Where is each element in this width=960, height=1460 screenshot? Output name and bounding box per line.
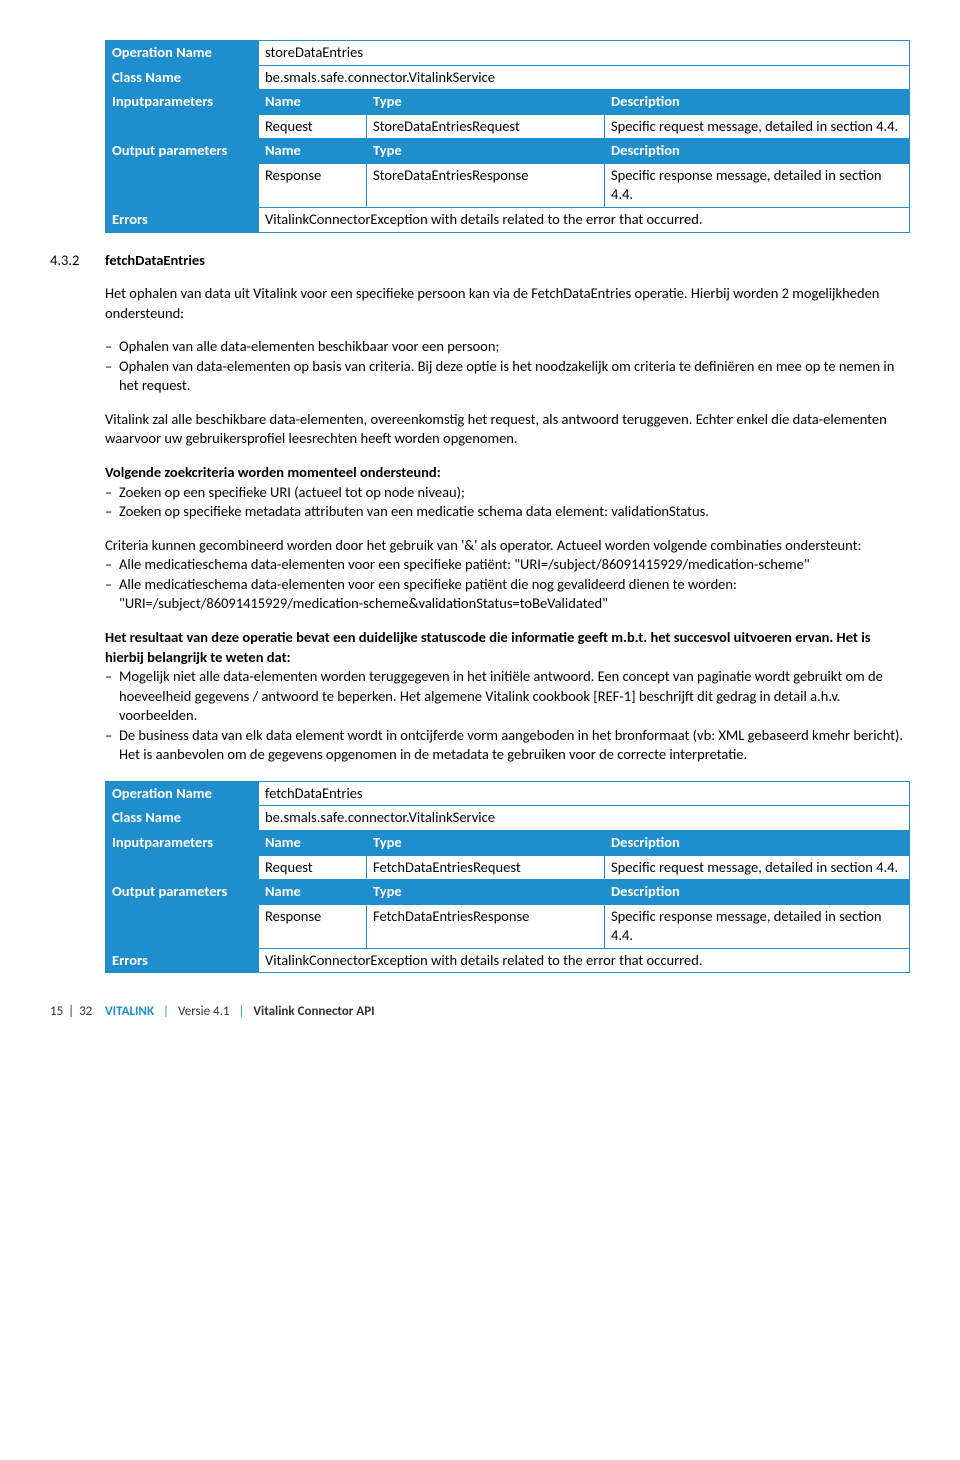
api-table-store: Operation Name storeDataEntries Class Na… bbox=[105, 40, 910, 233]
cell-name-h2: Name bbox=[259, 139, 367, 164]
paragraph-combinations: Criteria kunnen gecombineerd worden door… bbox=[105, 536, 910, 556]
cell-out-desc: Specific response message, detailed in s… bbox=[605, 163, 910, 207]
cell-out-desc: Specific response message, detailed in s… bbox=[605, 904, 910, 948]
footer-sep: | bbox=[163, 1004, 169, 1019]
cell-in-desc: Specific request message, detailed in se… bbox=[605, 855, 910, 880]
cell-type-h: Type bbox=[367, 831, 605, 856]
bullet-list-options: Ophalen van alle data-elementen beschikb… bbox=[105, 337, 910, 396]
cell-errors-val: VitalinkConnectorException with details … bbox=[259, 948, 910, 973]
cell-type-h: Type bbox=[367, 90, 605, 115]
cell-op-val: storeDataEntries bbox=[259, 41, 910, 66]
page-number: 15 bbox=[50, 1004, 63, 1019]
list-item: Zoeken op specifieke metadata attributen… bbox=[105, 502, 910, 522]
list-item: Mogelijk niet alle data-elementen worden… bbox=[105, 667, 910, 726]
page-footer: 15 | 32 VITALINK | Versie 4.1 | Vitalink… bbox=[50, 1003, 910, 1021]
list-item: Ophalen van alle data-elementen beschikb… bbox=[105, 337, 910, 357]
bullet-list-combinations: Alle medicatieschema data-elementen voor… bbox=[105, 555, 910, 614]
cell-op-label: Operation Name bbox=[106, 41, 259, 66]
cell-type-h2: Type bbox=[367, 880, 605, 905]
cell-in-name: Request bbox=[259, 855, 367, 880]
cell-desc-h2: Description bbox=[605, 880, 910, 905]
page-sep: | bbox=[68, 1004, 74, 1019]
list-item: Ophalen van data-elementen op basis van … bbox=[105, 357, 910, 396]
cell-desc-h: Description bbox=[605, 831, 910, 856]
cell-input-label: Inputparameters bbox=[106, 831, 259, 880]
paragraph-response: Vitalink zal alle beschikbare data-eleme… bbox=[105, 410, 910, 449]
section-title: fetchDataEntries bbox=[105, 251, 205, 269]
cell-input-label: Inputparameters bbox=[106, 90, 259, 139]
paragraph-intro: Het ophalen van data uit Vitalink voor e… bbox=[105, 284, 910, 323]
cell-in-desc: Specific request message, detailed in se… bbox=[605, 114, 910, 139]
cell-op-label: Operation Name bbox=[106, 781, 259, 806]
cell-class-val: be.smals.safe.connector.VitalinkService bbox=[259, 65, 910, 90]
cell-output-label: Output parameters bbox=[106, 139, 259, 208]
cell-out-name: Response bbox=[259, 904, 367, 948]
list-item: Alle medicatieschema data-elementen voor… bbox=[105, 575, 910, 614]
cell-class-label: Class Name bbox=[106, 806, 259, 831]
cell-out-name: Response bbox=[259, 163, 367, 207]
paragraph-result-title: Het resultaat van deze operatie bevat ee… bbox=[105, 628, 910, 667]
cell-desc-h2: Description bbox=[605, 139, 910, 164]
footer-doc: Vitalink Connector API bbox=[253, 1004, 374, 1019]
page-total: 32 bbox=[79, 1004, 92, 1019]
cell-in-type: FetchDataEntriesRequest bbox=[367, 855, 605, 880]
cell-desc-h: Description bbox=[605, 90, 910, 115]
cell-in-type: StoreDataEntriesRequest bbox=[367, 114, 605, 139]
cell-errors-label: Errors bbox=[106, 948, 259, 973]
cell-output-label: Output parameters bbox=[106, 880, 259, 949]
list-item: Zoeken op een specifieke URI (actueel to… bbox=[105, 483, 910, 503]
section-number: 4.3.2 bbox=[50, 251, 105, 271]
footer-sep2: | bbox=[238, 1004, 244, 1019]
paragraph-criteria-title: Volgende zoekcriteria worden momenteel o… bbox=[105, 463, 910, 483]
footer-version: Versie 4.1 bbox=[178, 1004, 229, 1019]
bullet-list-result: Mogelijk niet alle data-elementen worden… bbox=[105, 667, 910, 765]
cell-out-type: StoreDataEntriesResponse bbox=[367, 163, 605, 207]
list-item: Alle medicatieschema data-elementen voor… bbox=[105, 555, 910, 575]
cell-class-val: be.smals.safe.connector.VitalinkService bbox=[259, 806, 910, 831]
cell-errors-val: VitalinkConnectorException with details … bbox=[259, 207, 910, 232]
cell-name-h: Name bbox=[259, 831, 367, 856]
bullet-list-criteria: Zoeken op een specifieke URI (actueel to… bbox=[105, 483, 910, 522]
cell-errors-label: Errors bbox=[106, 207, 259, 232]
cell-name-h: Name bbox=[259, 90, 367, 115]
cell-op-val: fetchDataEntries bbox=[259, 781, 910, 806]
cell-class-label: Class Name bbox=[106, 65, 259, 90]
footer-brand: VITALINK bbox=[105, 1004, 154, 1019]
api-table-fetch: Operation Name fetchDataEntries Class Na… bbox=[105, 781, 910, 974]
list-item: De business data van elk data element wo… bbox=[105, 726, 910, 765]
cell-out-type: FetchDataEntriesResponse bbox=[367, 904, 605, 948]
cell-name-h2: Name bbox=[259, 880, 367, 905]
cell-type-h2: Type bbox=[367, 139, 605, 164]
cell-in-name: Request bbox=[259, 114, 367, 139]
